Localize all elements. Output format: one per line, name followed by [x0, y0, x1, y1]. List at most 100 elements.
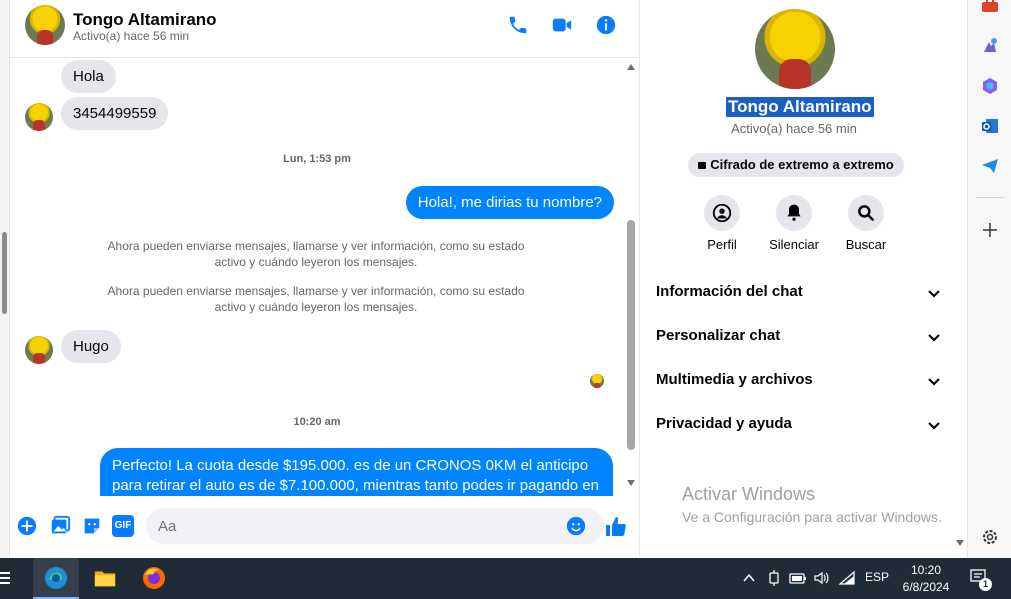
chevron-up-icon[interactable] — [743, 572, 755, 584]
screen: Tongo Altamirano Activo(a) hace 56 min H… — [0, 0, 1011, 599]
section-label: Multimedia y archivos — [656, 371, 813, 388]
taskbar-edge[interactable] — [33, 558, 79, 599]
message-line: para retirar el auto es de $7.100.000, m… — [112, 477, 599, 494]
toolbox-icon[interactable] — [980, 0, 1000, 16]
search-action[interactable]: Buscar — [831, 195, 901, 252]
incoming-message[interactable]: 3454499559 — [61, 97, 169, 130]
scroll-down-arrow-icon[interactable] — [956, 540, 964, 546]
time-separator: 10:20 am — [293, 416, 341, 428]
sidebar-divider — [976, 197, 1004, 198]
add-plus-icon[interactable] — [980, 220, 1000, 240]
contact-small-avatar — [25, 103, 53, 131]
section-chat-info[interactable]: Información del chat — [656, 283, 942, 307]
task-view-icon[interactable] — [0, 570, 14, 586]
encryption-badge[interactable]: Cifrado de extremo a extremo — [688, 153, 904, 177]
info-icon[interactable] — [595, 14, 617, 36]
message-line: Perfecto! La cuota desde $195.000. es de… — [112, 457, 589, 474]
emoji-icon[interactable] — [565, 515, 587, 537]
chat-panel: Tongo Altamirano Activo(a) hace 56 min H… — [10, 0, 638, 558]
phone-icon[interactable] — [507, 14, 529, 36]
browser-sidebar — [967, 0, 1011, 558]
system-notice-line: activo y cuándo leyeron los mensajes. — [214, 255, 418, 269]
section-label: Privacidad y ayuda — [656, 415, 792, 432]
contact-small-avatar — [25, 336, 53, 364]
lock-icon — [698, 162, 707, 169]
left-scrollbar-thumb[interactable] — [2, 232, 7, 314]
watermark-subtitle: Ve a Configuración para activar Windows. — [682, 509, 942, 525]
section-media-files[interactable]: Multimedia y archivos — [656, 371, 942, 395]
windows-taskbar: ESP 10:20 6/8/2024 1 — [0, 558, 1011, 599]
windows-activation-watermark: Activar Windows Ve a Configuración para … — [682, 484, 942, 525]
profile-status: Activo(a) hace 56 min — [731, 121, 857, 136]
section-label: Información del chat — [656, 283, 803, 300]
search-action-label: Buscar — [845, 237, 887, 252]
contact-status: Activo(a) hace 56 min — [73, 29, 190, 43]
wifi-icon[interactable] — [839, 571, 855, 585]
profile-action[interactable]: Perfil — [687, 195, 757, 252]
message-input[interactable] — [146, 508, 604, 544]
taskbar-file-explorer[interactable] — [82, 558, 128, 599]
system-notice-line: Ahora pueden enviarse mensajes, llamarse… — [107, 284, 525, 298]
speaker-icon[interactable] — [813, 570, 829, 586]
profile-photo[interactable] — [755, 9, 835, 89]
video-call-icon[interactable] — [551, 14, 573, 36]
outlook-icon[interactable] — [980, 116, 1000, 136]
encryption-label: Cifrado de extremo a extremo — [710, 157, 894, 172]
profile-circle-icon — [704, 195, 740, 231]
system-clock[interactable]: 10:20 6/8/2024 — [896, 562, 956, 596]
chat-header: Tongo Altamirano Activo(a) hace 56 min — [10, 0, 638, 58]
outgoing-message[interactable]: Perfecto! La cuota desde $195.000. es de… — [100, 448, 613, 496]
message-list: Hola 3454499559 Lun, 1:53 pm Hola!, me d… — [10, 58, 624, 496]
system-notice: Ahora pueden enviarse mensajes, llamarse… — [100, 238, 532, 270]
chevron-down-icon — [928, 290, 940, 298]
language-indicator[interactable]: ESP — [865, 570, 889, 584]
mute-action-label: Silenciar — [769, 237, 819, 252]
firefox-icon — [143, 567, 165, 589]
search-icon — [848, 195, 884, 231]
incoming-message[interactable]: Hugo — [61, 330, 121, 363]
add-plus-icon[interactable] — [16, 515, 38, 537]
chevron-down-icon — [928, 422, 940, 430]
system-notice-line: activo y cuándo leyeron los mensajes. — [214, 300, 418, 314]
gear-icon[interactable] — [980, 527, 1000, 547]
scroll-down-arrow-icon[interactable] — [627, 480, 635, 486]
games-icon[interactable] — [980, 36, 1000, 56]
section-customize-chat[interactable]: Personalizar chat — [656, 327, 942, 351]
seen-receipt-avatar — [590, 374, 604, 388]
contact-name[interactable]: Tongo Altamirano — [73, 10, 217, 30]
mute-action[interactable]: Silenciar — [759, 195, 829, 252]
taskbar-firefox[interactable] — [131, 558, 177, 599]
conversation-info-panel: Tongo Altamirano Activo(a) hace 56 min C… — [639, 0, 967, 558]
incoming-message[interactable]: Hola — [61, 60, 116, 93]
clock-time: 10:20 — [910, 563, 942, 577]
section-label: Personalizar chat — [656, 327, 781, 344]
chevron-down-icon — [928, 378, 940, 386]
system-notice: Ahora pueden enviarse mensajes, llamarse… — [100, 283, 532, 315]
contact-avatar[interactable] — [25, 5, 65, 45]
system-notice-line: Ahora pueden enviarse mensajes, llamarse… — [107, 239, 525, 253]
device-icon[interactable] — [767, 570, 781, 586]
watermark-title: Activar Windows — [682, 484, 816, 504]
chat-scrollbar[interactable] — [624, 58, 638, 496]
time-separator: Lun, 1:53 pm — [283, 153, 351, 165]
section-privacy-help[interactable]: Privacidad y ayuda — [656, 415, 942, 439]
left-scroll-region — [0, 0, 10, 558]
sticker-icon[interactable] — [81, 515, 103, 537]
copilot-icon[interactable] — [980, 76, 1000, 96]
bell-icon — [776, 195, 812, 231]
scroll-up-arrow-icon[interactable] — [627, 64, 635, 70]
folder-icon — [94, 571, 116, 587]
profile-action-label: Perfil — [707, 237, 737, 252]
gallery-icon[interactable] — [49, 515, 71, 537]
edge-browser-icon — [45, 567, 67, 589]
outgoing-message[interactable]: Hola!, me dirias tu nombre? — [405, 186, 614, 219]
notification-center[interactable]: 1 — [970, 568, 992, 591]
send-telegram-icon[interactable] — [980, 156, 1000, 176]
chat-scrollbar-thumb[interactable] — [627, 220, 635, 450]
chevron-down-icon — [928, 334, 940, 342]
gif-icon[interactable]: GIF — [112, 515, 134, 537]
profile-name[interactable]: Tongo Altamirano — [726, 97, 874, 117]
like-thumbs-up-icon[interactable] — [604, 515, 628, 539]
clock-date: 6/8/2024 — [902, 580, 950, 594]
battery-icon[interactable] — [789, 571, 807, 585]
